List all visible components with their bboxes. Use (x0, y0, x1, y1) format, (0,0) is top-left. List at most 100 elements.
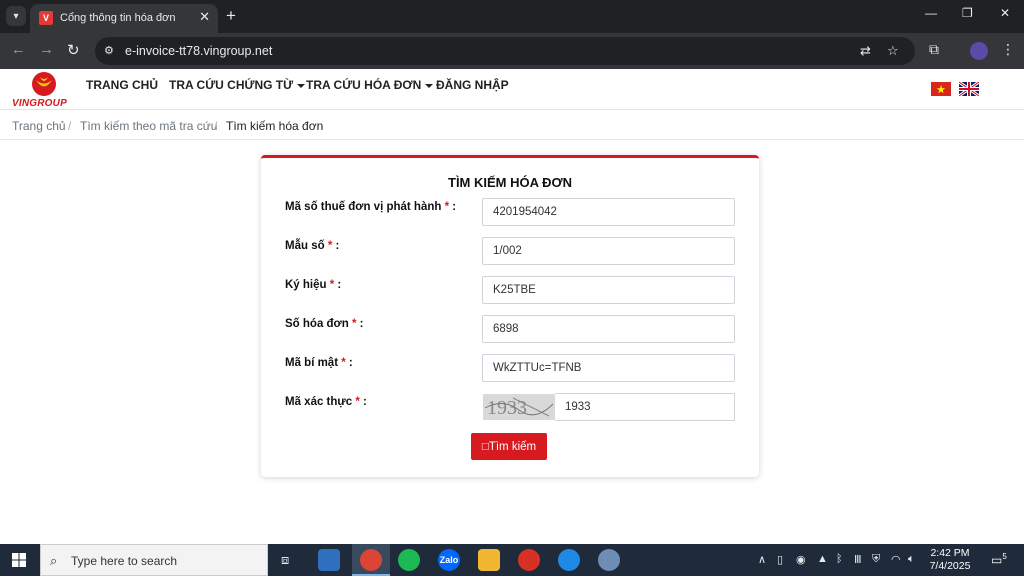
windows-start-icon[interactable] (12, 553, 26, 567)
address-bar[interactable]: ⚙ e-invoice-tt78.vingroup.net ⇄ ☆ (95, 37, 915, 65)
breadcrumb-current: Tìm kiếm hóa đơn (226, 119, 324, 133)
taskbar-search-box[interactable]: ⌕ Type here to search (40, 544, 268, 576)
required-mark: * (327, 240, 333, 252)
windows-taskbar: ⌕ Type here to search ⧈ Zalo ∧ ▯ ◉ ▲ ᛒ Ⅲ… (0, 544, 1024, 576)
symbol-input[interactable] (482, 276, 735, 304)
chrome-icon[interactable] (360, 549, 382, 571)
required-mark: * (444, 201, 450, 213)
secret-code-label-text: Mã bí mật (285, 357, 339, 369)
task-view-icon[interactable]: ⧈ (281, 552, 289, 568)
zalo-icon[interactable]: Zalo (438, 549, 460, 571)
extensions-puzzle-icon[interactable]: ⧉ (929, 41, 939, 58)
forward-arrow-icon[interactable]: → (39, 41, 54, 58)
browser-tab-strip: ▾ V Cổng thông tin hóa đơn ✕ + — ❐ ✕ (0, 0, 1024, 33)
caret-down-icon (425, 83, 434, 88)
form-title: TÌM KIẾM HÓA ĐƠN (448, 175, 572, 190)
vingroup-star-icon (32, 72, 56, 96)
required-mark: * (351, 318, 357, 330)
folder-icon[interactable] (478, 549, 500, 571)
invoice-search-card: TÌM KIẾM HÓA ĐƠN Mã số thuế đơn vị phát … (261, 155, 759, 477)
secret-code-input[interactable] (482, 354, 735, 382)
nav-voucher-lookup-label: TRA CỨU CHỨNG TỪ (169, 78, 294, 92)
vingroup-logo[interactable]: VINGROUP (12, 71, 76, 109)
bookmark-star-icon[interactable]: ☆ (887, 43, 899, 59)
reload-icon[interactable]: ↻ (67, 41, 80, 59)
breadcrumb: Trang chủ / Tìm kiếm theo mã tra cứu / T… (0, 111, 1024, 140)
profile-avatar[interactable] (970, 42, 988, 60)
ime-icon[interactable]: Ⅲ (854, 553, 862, 566)
required-mark: * (329, 279, 335, 291)
template-label: Mẫu số * : (285, 240, 340, 252)
paint-app-icon[interactable] (598, 549, 620, 571)
app-tray-icon[interactable]: ◉ (796, 553, 806, 566)
browser-toolbar: ← → ↻ ⚙ e-invoice-tt78.vingroup.net ⇄ ☆ … (0, 33, 1024, 69)
new-tab-button[interactable]: + (226, 6, 236, 26)
symbol-label-text: Ký hiệu (285, 279, 327, 291)
search-button[interactable]: □Tìm kiếm (471, 433, 547, 460)
brand-name: VINGROUP (12, 98, 67, 109)
spotify-icon[interactable] (398, 549, 420, 571)
clock-date: 7/4/2025 (929, 560, 971, 572)
nvidia-icon[interactable]: ▲ (817, 553, 828, 565)
nav-invoice-lookup[interactable]: TRA CỨU HÓA ĐƠN (306, 78, 434, 92)
nav-voucher-lookup[interactable]: TRA CỨU CHỨNG TỪ (169, 78, 306, 92)
notification-center-icon[interactable]: ▭5 (991, 552, 1007, 567)
site-info-icon[interactable]: ⚙ (104, 44, 114, 57)
restore-button[interactable]: ❐ (962, 6, 973, 20)
bluetooth-icon[interactable]: ᛒ (836, 553, 843, 565)
site-header: VINGROUP TRANG CHỦ TRA CỨU CHỨNG TỪ TRA … (0, 69, 1024, 110)
captcha-label: Mã xác thực * : (285, 396, 367, 408)
volume-icon[interactable]: 🔈︎ (908, 553, 915, 566)
breadcrumb-separator: / (214, 119, 218, 133)
breadcrumb-lookup-by-code[interactable]: Tìm kiếm theo mã tra cứu (80, 119, 217, 133)
browser-app-icon[interactable] (558, 549, 580, 571)
show-hidden-icons-chevron[interactable]: ∧ (758, 553, 766, 566)
minimize-button[interactable]: — (925, 6, 937, 20)
taskbar-search-placeholder: Type here to search (71, 554, 178, 568)
captcha-noise: 1933 (484, 397, 554, 419)
nav-login[interactable]: ĐĂNG NHẬP (436, 78, 509, 92)
tax-code-input[interactable] (482, 198, 735, 226)
template-input[interactable] (482, 237, 735, 265)
file-explorer-window-icon[interactable] (318, 549, 340, 571)
uk-flag-icon[interactable] (959, 82, 979, 96)
taskbar-clock[interactable]: 2:42 PM 7/4/2025 (920, 547, 980, 573)
vietnam-flag-icon[interactable] (931, 82, 951, 96)
browser-menu-icon[interactable]: ⋮ (1001, 41, 1015, 58)
security-shield-icon[interactable]: ⛨ (872, 553, 880, 566)
power-app-icon[interactable] (518, 549, 540, 571)
tab-search-chevron-icon[interactable]: ▾ (6, 6, 26, 26)
tab-title: Cổng thông tin hóa đơn (60, 12, 176, 24)
captcha-image: 1933 (483, 394, 555, 420)
breadcrumb-separator: / (68, 119, 72, 133)
tax-code-label-text: Mã số thuế đơn vị phát hành (285, 201, 442, 213)
usb-device-icon[interactable]: ▯ (777, 553, 783, 566)
caret-down-icon (297, 83, 306, 88)
secret-code-label: Mã bí mật * : (285, 357, 353, 369)
search-icon: ⌕ (50, 553, 58, 568)
invoice-number-label-text: Số hóa đơn (285, 318, 349, 330)
back-arrow-icon[interactable]: ← (11, 41, 26, 58)
captcha-input[interactable] (555, 393, 735, 421)
browser-tab[interactable]: V Cổng thông tin hóa đơn ✕ (30, 4, 218, 33)
symbol-label: Ký hiệu * : (285, 279, 342, 291)
nav-invoice-lookup-label: TRA CỨU HÓA ĐƠN (306, 78, 422, 92)
site-favicon-icon: V (39, 11, 53, 25)
close-window-button[interactable]: ✕ (1000, 6, 1010, 20)
translate-icon[interactable]: ⇄ (860, 43, 871, 59)
notification-count: 5 (1002, 552, 1007, 561)
clock-time: 2:42 PM (930, 547, 970, 559)
required-mark: * (341, 357, 346, 369)
tab-close-icon[interactable]: ✕ (199, 9, 210, 25)
captcha-text: 1933 (487, 397, 527, 419)
tax-code-label: Mã số thuế đơn vị phát hành * : (285, 201, 457, 213)
wifi-icon[interactable]: ◠ (891, 553, 901, 566)
invoice-number-label: Số hóa đơn * : (285, 318, 364, 330)
nav-home[interactable]: TRANG CHỦ (86, 78, 158, 92)
template-label-text: Mẫu số (285, 240, 325, 252)
captcha-label-text: Mã xác thực (285, 396, 353, 408)
url-text[interactable]: e-invoice-tt78.vingroup.net (125, 44, 272, 58)
required-mark: * (355, 396, 360, 408)
invoice-number-input[interactable] (482, 315, 735, 343)
breadcrumb-home[interactable]: Trang chủ (12, 119, 66, 133)
